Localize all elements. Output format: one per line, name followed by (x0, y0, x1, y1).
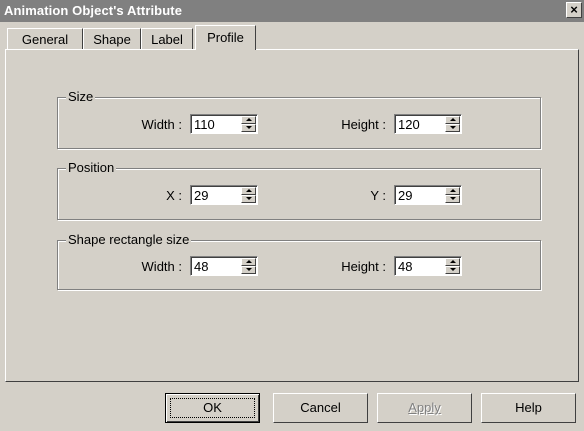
position-x-label: X : (166, 188, 182, 203)
arrow-down-icon (450, 197, 456, 200)
shape-height-label: Height : (341, 259, 386, 274)
spin-down-button[interactable] (241, 124, 256, 132)
size-height-field[interactable]: 120 (394, 114, 462, 134)
arrow-up-icon (450, 118, 456, 121)
spin-down-button[interactable] (445, 195, 460, 203)
arrow-down-icon (246, 197, 252, 200)
help-label: Help (515, 400, 542, 415)
position-y-label: Y : (370, 188, 386, 203)
tab-shape[interactable]: Shape (83, 28, 141, 49)
position-x-stepper[interactable] (241, 187, 256, 203)
arrow-up-icon (246, 189, 252, 192)
arrow-up-icon (246, 118, 252, 121)
size-height-stepper[interactable] (445, 116, 460, 132)
title-bar: Animation Object's Attribute × (0, 0, 584, 22)
spin-up-button[interactable] (445, 116, 460, 124)
spin-down-button[interactable] (241, 266, 256, 274)
arrow-down-icon (450, 268, 456, 271)
shape-width-label: Width : (141, 259, 182, 274)
arrow-up-icon (246, 260, 252, 263)
size-group-legend: Size (66, 89, 96, 104)
arrow-up-icon (450, 260, 456, 263)
position-group-legend: Position (66, 160, 117, 175)
spin-down-button[interactable] (445, 124, 460, 132)
window-title: Animation Object's Attribute (4, 3, 183, 18)
apply-button[interactable]: Apply (377, 393, 472, 423)
position-x-value: 29 (194, 188, 209, 203)
ok-button[interactable]: OK (165, 393, 260, 423)
close-button[interactable]: × (566, 2, 582, 18)
size-width-stepper[interactable] (241, 116, 256, 132)
size-width-value: 110 (194, 117, 215, 132)
shape-height-field[interactable]: 48 (394, 256, 462, 276)
arrow-down-icon (450, 126, 456, 129)
spin-up-button[interactable] (241, 187, 256, 195)
shape-width-stepper[interactable] (241, 258, 256, 274)
shape-height-stepper[interactable] (445, 258, 460, 274)
position-y-stepper[interactable] (445, 187, 460, 203)
spin-down-button[interactable] (445, 266, 460, 274)
help-button[interactable]: Help (481, 393, 576, 423)
arrow-down-icon (246, 268, 252, 271)
position-y-field[interactable]: 29 (394, 185, 462, 205)
spin-up-button[interactable] (445, 187, 460, 195)
arrow-down-icon (246, 126, 252, 129)
shape-width-value: 48 (194, 259, 209, 274)
position-x-field[interactable]: 29 (190, 185, 258, 205)
cancel-button[interactable]: Cancel (273, 393, 368, 423)
spin-up-button[interactable] (241, 258, 256, 266)
tab-general[interactable]: General (7, 28, 83, 49)
focus-rect (170, 398, 255, 418)
spin-up-button[interactable] (241, 116, 256, 124)
size-width-field[interactable]: 110 (190, 114, 258, 134)
tab-label[interactable]: Label (141, 28, 193, 49)
spin-up-button[interactable] (445, 258, 460, 266)
size-height-label: Height : (341, 117, 386, 132)
cancel-label: Cancel (300, 400, 341, 415)
shape-height-value: 48 (398, 259, 413, 274)
tab-profile[interactable]: Profile (195, 25, 256, 50)
shape-rect-group-legend: Shape rectangle size (66, 232, 192, 247)
arrow-up-icon (450, 189, 456, 192)
shape-width-field[interactable]: 48 (190, 256, 258, 276)
apply-label: Apply (408, 400, 441, 415)
close-icon: × (570, 2, 578, 17)
size-height-value: 120 (398, 117, 420, 132)
size-width-label: Width : (141, 117, 182, 132)
position-y-value: 29 (398, 188, 413, 203)
spin-down-button[interactable] (241, 195, 256, 203)
